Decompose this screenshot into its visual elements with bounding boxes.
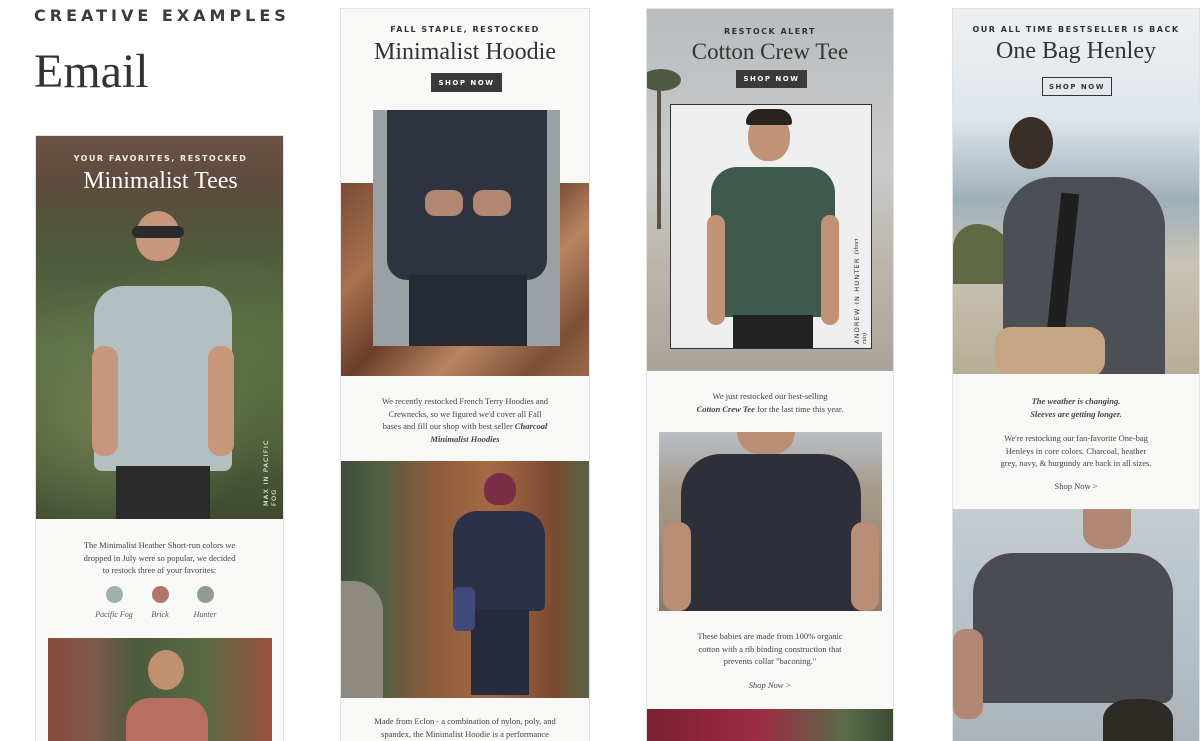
shop-now-button[interactable]: SHOP NOW <box>431 73 502 92</box>
email-card-one-bag-henley[interactable]: OUR ALL TIME BESTSELLER IS BACK One Bag … <box>952 8 1200 741</box>
card-title: Minimalist Hoodie <box>374 39 556 65</box>
page-title: Email <box>34 45 149 98</box>
hero-photo <box>373 110 560 346</box>
card-eyebrow: YOUR FAVORITES, RESTOCKED <box>73 154 248 163</box>
swatch-label: Hunter <box>193 610 217 619</box>
swatch-label: Pacific Fog <box>95 610 133 619</box>
vertical-label: ANDREW IN HUNTER (short run) <box>853 234 869 344</box>
vertical-label: MAX IN PACIFIC FOG <box>262 439 278 506</box>
swatch-brick[interactable] <box>152 586 169 603</box>
card-eyebrow: FALL STAPLE, RESTOCKED <box>390 25 540 34</box>
body-text: We just restocked our best-selling <box>712 391 828 401</box>
tagline-line: Sleeves are getting longer. <box>1030 408 1122 419</box>
swatch-hunter[interactable] <box>197 586 214 603</box>
card-eyebrow: RESTOCK ALERT <box>723 27 816 36</box>
email-card-minimalist-tees[interactable]: YOUR FAVORITES, RESTOCKED Minimalist Tee… <box>35 135 284 741</box>
shop-now-button[interactable]: SHOP NOW <box>736 70 807 88</box>
card-footer-text: Made from Eclon - a combination of nylon… <box>374 716 556 739</box>
shop-now-button[interactable]: SHOP NOW <box>1042 77 1112 96</box>
hero-photo: YOUR FAVORITES, RESTOCKED Minimalist Tee… <box>36 136 283 519</box>
shop-now-link[interactable]: Shop Now > <box>647 680 893 690</box>
body-text: for the last time this year. <box>756 403 844 414</box>
section-label: CREATIVE EXAMPLES <box>34 6 290 25</box>
email-card-minimalist-hoodie[interactable]: FALL STAPLE, RESTOCKED Minimalist Hoodie… <box>340 8 590 741</box>
card-title: Cotton Crew Tee <box>691 39 849 64</box>
card-tagline: The weather is changing. Sleeves are get… <box>953 395 1199 420</box>
secondary-photo <box>953 509 1199 741</box>
card-title: One Bag Henley <box>996 38 1156 64</box>
card-eyebrow: OUR ALL TIME BESTSELLER IS BACK <box>972 25 1180 34</box>
secondary-photo <box>659 432 882 611</box>
vertical-label-text: ANDREW IN HUNTER <box>853 257 861 344</box>
shop-now-link[interactable]: Shop Now > <box>953 481 1199 491</box>
email-card-cotton-crew-tee[interactable]: RESTOCK ALERT Cotton Crew Tee SHOP NOW A… <box>646 8 894 741</box>
card-body-secondary: These babies are made from 100% organic … <box>697 631 843 666</box>
hero-photo <box>993 117 1199 374</box>
secondary-photo <box>48 638 272 741</box>
tagline-line: The weather is changing. <box>1031 396 1121 406</box>
card-body: We just restocked our best-selling Cotto… <box>647 390 893 415</box>
hero-photo <box>670 104 872 349</box>
card-body: The Minimalist Heather Short-run colors … <box>83 540 236 575</box>
swatch-pacific-fog[interactable] <box>106 586 123 603</box>
tertiary-photo <box>647 709 893 741</box>
card-body: We're restocking our fan-favorite One-ba… <box>1000 433 1152 468</box>
card-body: We recently restocked French Terry Hoodi… <box>341 395 589 445</box>
swatch-label: Brick <box>151 610 169 619</box>
secondary-photo <box>341 461 589 698</box>
card-title: Minimalist Tees <box>83 168 238 194</box>
product-name[interactable]: Cotton Crew Tee <box>697 404 755 414</box>
